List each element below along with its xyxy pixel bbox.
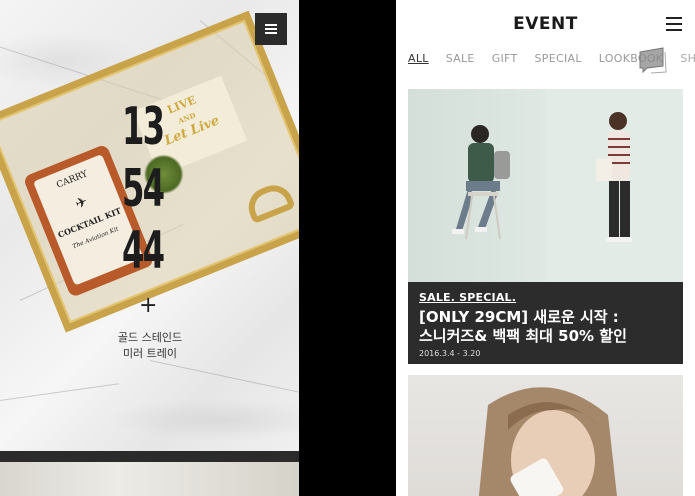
event-card[interactable]: SALE. SPECIAL. [ONLY 29CM] 새로운 시작 : 스니커즈… bbox=[408, 89, 683, 364]
event-caption: SALE. SPECIAL. [ONLY 29CM] 새로운 시작 : 스니커즈… bbox=[408, 282, 683, 364]
event-card[interactable] bbox=[408, 375, 683, 496]
page-title: EVENT bbox=[513, 14, 578, 34]
product-number-line: 54 bbox=[122, 159, 165, 219]
tab-sale[interactable]: SALE bbox=[446, 52, 475, 65]
panel-divider bbox=[0, 451, 299, 462]
product-name-line: 골드 스테인드 bbox=[117, 331, 183, 344]
tab-all[interactable]: ALL bbox=[408, 52, 429, 65]
tab-shop[interactable]: SHO bbox=[680, 52, 695, 65]
marble-vein bbox=[149, 360, 299, 395]
plus-icon[interactable]: + bbox=[139, 295, 157, 317]
event-title-line: [ONLY 29CM] 새로운 시작 : bbox=[419, 308, 619, 326]
product-number: 13 54 44 bbox=[122, 96, 165, 282]
black-gap bbox=[299, 0, 396, 496]
external-overlay-icon[interactable] bbox=[637, 46, 667, 74]
menu-button[interactable] bbox=[255, 13, 287, 45]
tab-special[interactable]: SPECIAL bbox=[535, 52, 582, 65]
app-root: CARRY ✈ COCKTAIL KIT The Aviation Kit LI… bbox=[0, 0, 695, 496]
event-tag[interactable]: SALE. SPECIAL. bbox=[419, 291, 672, 304]
event-title: [ONLY 29CM] 새로운 시작 : 스니커즈& 백팩 최대 50% 할인 bbox=[419, 308, 672, 346]
marble-vein bbox=[0, 383, 119, 401]
event-title-line: 스니커즈& 백팩 최대 50% 할인 bbox=[419, 327, 627, 345]
tab-gift[interactable]: GIFT bbox=[492, 52, 518, 65]
product-panel: CARRY ✈ COCKTAIL KIT The Aviation Kit LI… bbox=[0, 0, 299, 496]
event-date: 2016.3.4 - 3.20 bbox=[419, 349, 481, 358]
event-panel: EVENT ALLSALEGIFTSPECIALLOOKBOOKSHO bbox=[396, 0, 695, 496]
product-number-line: 44 bbox=[122, 221, 165, 281]
product-name-line: 미러 트레이 bbox=[122, 347, 178, 360]
next-product-image[interactable] bbox=[0, 462, 299, 496]
hamburger-icon[interactable] bbox=[666, 17, 682, 35]
product-number-line: 13 bbox=[122, 97, 165, 157]
event-photo bbox=[478, 387, 617, 496]
event-photo bbox=[408, 89, 683, 282]
models-illustration bbox=[452, 89, 683, 282]
hamburger-icon bbox=[265, 22, 277, 36]
product-name[interactable]: 골드 스테인드 미러 트레이 bbox=[100, 330, 200, 362]
